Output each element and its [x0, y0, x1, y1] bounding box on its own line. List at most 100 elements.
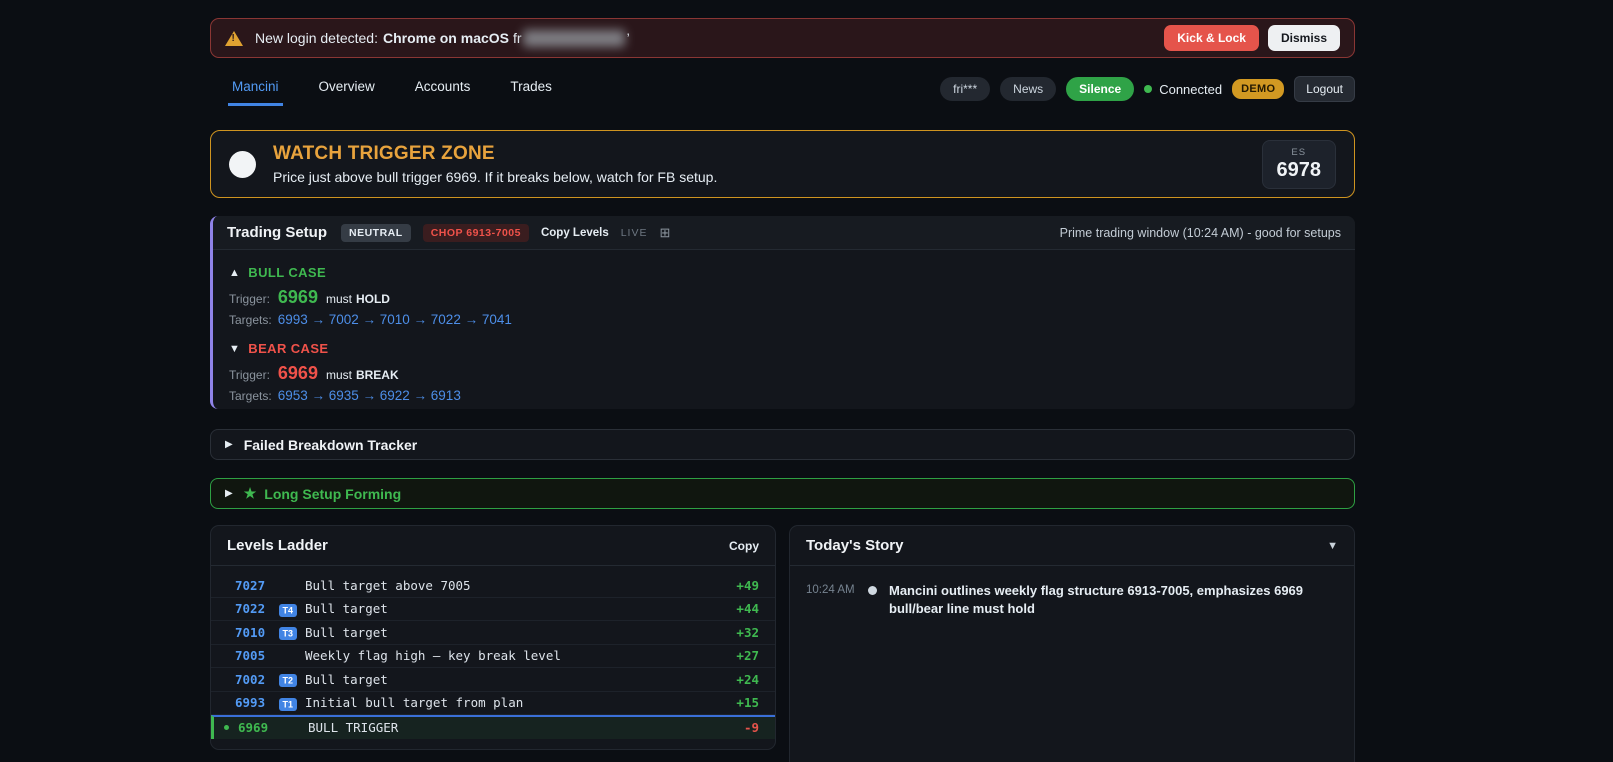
login-alert-device: Chrome on macOS: [382, 30, 509, 46]
alert-title: WATCH TRIGGER ZONE: [273, 143, 495, 164]
level-row[interactable]: 7027 Bull target above 7005 +49: [211, 574, 775, 598]
bear-condition: must BREAK: [325, 368, 399, 382]
logout-button[interactable]: Logout: [1294, 76, 1355, 102]
target-tag-badge: T3: [279, 627, 297, 641]
targets-label: Targets:: [229, 313, 272, 327]
level-delta: +32: [736, 624, 759, 640]
level-delta: +24: [736, 671, 759, 687]
bear-trigger-value: 6969: [277, 363, 318, 383]
bull-trigger-row: Trigger: 6969 must HOLD: [229, 287, 1339, 308]
bear-targets: 6953 → 6935 → 6922 → 6913: [277, 388, 461, 403]
trading-window-note: Prime trading window (10:24 AM) - good f…: [1059, 225, 1341, 240]
level-delta: +44: [736, 601, 759, 617]
connection-status: Connected: [1144, 82, 1222, 97]
bullet-dot-icon: [868, 586, 877, 595]
news-button[interactable]: News: [1000, 77, 1057, 101]
level-row[interactable]: 7005 Weekly flag high — key break level …: [211, 645, 775, 668]
target-tag-badge: T2: [279, 674, 297, 688]
level-price: 7022: [235, 601, 266, 617]
copy-button[interactable]: Copy: [729, 539, 759, 553]
story-entry: 10:24 AM Mancini outlines weekly flag st…: [806, 582, 1338, 618]
quote-price: 6978: [1276, 158, 1322, 181]
chop-range-badge: CHOP 6913-7005: [422, 223, 529, 242]
trigger-label: Trigger:: [229, 292, 270, 306]
demo-badge: DEMO: [1232, 79, 1285, 99]
connection-status-label: Connected: [1159, 81, 1223, 97]
level-row[interactable]: 6993 T1 Initial bull target from plan +1…: [211, 692, 775, 715]
level-row[interactable]: 7022 T4 Bull target +44: [211, 598, 775, 621]
warning-triangle-icon: [225, 30, 243, 46]
bull-case-header: ▲ BULL CASE: [229, 265, 1339, 280]
triangle-down-icon: ▼: [229, 342, 241, 355]
bull-trigger-value: 6969: [277, 287, 318, 307]
level-delta: +15: [736, 695, 759, 711]
tab-trades[interactable]: Trades: [506, 76, 556, 106]
grid-view-icon[interactable]: ⊞: [659, 225, 670, 241]
current-level-dot-icon: [224, 725, 229, 731]
caret-right-icon: ▶: [225, 488, 233, 499]
long-setup-title: ★ Long Setup Forming: [243, 485, 402, 502]
silence-button[interactable]: Silence: [1066, 77, 1135, 101]
tab-mancini[interactable]: Mancini: [228, 76, 283, 106]
login-alert-banner: New login detected: Chrome on macOS fr ’…: [210, 18, 1355, 58]
level-row[interactable]: 7010 T3 Bull target +32: [211, 621, 775, 645]
bear-case-label: BEAR CASE: [248, 341, 329, 356]
levels-ladder-panel: Levels Ladder Copy 7027 Bull target abov…: [210, 525, 776, 750]
todays-story-header: Today's Story ▼: [790, 526, 1354, 566]
level-row-bull-trigger[interactable]: 6969 BULL TRIGGER -9: [211, 715, 775, 739]
login-alert-prefix: New login detected:: [255, 30, 378, 46]
user-pill[interactable]: fri***: [940, 77, 991, 101]
triangle-up-icon: ▲: [229, 266, 241, 279]
tab-overview[interactable]: Overview: [315, 76, 379, 106]
level-label: Bull target: [305, 671, 388, 687]
tab-accounts[interactable]: Accounts: [411, 76, 475, 106]
neutral-badge: NEUTRAL: [341, 223, 411, 242]
bear-trigger-row: Trigger: 6969 must BREAK: [229, 363, 1339, 384]
watch-trigger-zone-alert: WATCH TRIGGER ZONE Price just above bull…: [210, 130, 1355, 198]
app-root: New login detected: Chrome on macOS fr ’…: [0, 0, 1613, 762]
level-label: Bull target: [305, 601, 388, 617]
login-alert-location-partial: fr: [513, 30, 522, 46]
top-nav: Mancini Overview Accounts Trades fri*** …: [210, 76, 1355, 106]
failed-breakdown-title: Failed Breakdown Tracker: [243, 436, 418, 453]
trading-setup-panel: Trading Setup NEUTRAL CHOP 6913-7005 Cop…: [210, 216, 1355, 409]
levels-ladder-header: Levels Ladder Copy: [211, 526, 775, 566]
level-price: 7027: [235, 577, 266, 593]
price-quote-box: ES 6978: [1261, 139, 1336, 189]
level-delta: -9: [743, 720, 759, 736]
redacted-location: [522, 29, 625, 47]
alert-message: Price just above bull trigger 6969. If i…: [273, 169, 718, 185]
login-alert-message: New login detected: Chrome on macOS fr ’: [255, 29, 630, 47]
target-tag-badge: T4: [279, 603, 297, 617]
long-setup-forming-panel[interactable]: ▶ ★ Long Setup Forming: [210, 478, 1355, 509]
level-row[interactable]: 7002 T2 Bull target +24: [211, 668, 775, 692]
alert-circle-icon: [229, 150, 256, 178]
todays-story-title: Today's Story: [806, 537, 904, 554]
level-price: 7002: [235, 671, 266, 687]
story-timestamp: 10:24 AM: [806, 584, 855, 596]
level-label: Initial bull target from plan: [305, 695, 524, 711]
todays-story-panel: Today's Story ▼ 10:24 AM Mancini outline…: [789, 525, 1355, 762]
connected-dot-icon: [1144, 85, 1153, 93]
levels-ladder-title: Levels Ladder: [227, 537, 328, 554]
failed-breakdown-tracker-panel[interactable]: ▶ Failed Breakdown Tracker: [210, 429, 1355, 460]
dismiss-button[interactable]: Dismiss: [1267, 25, 1340, 51]
bull-targets: 6993 → 7002 → 7010 → 7022 → 7041: [277, 312, 512, 327]
level-price: 7010: [235, 624, 266, 640]
bear-targets-row: Targets: 6953 → 6935 → 6922 → 6913: [229, 388, 1339, 403]
level-delta: +49: [736, 577, 759, 593]
bull-targets-row: Targets: 6993 → 7002 → 7010 → 7022 → 704…: [229, 312, 1339, 327]
target-tag-badge: T1: [279, 697, 297, 711]
story-text: Mancini outlines weekly flag structure 6…: [889, 583, 1304, 617]
live-indicator: LIVE: [620, 226, 648, 239]
caret-right-icon: ▶: [225, 439, 233, 450]
bear-case-header: ▼ BEAR CASE: [229, 341, 1339, 356]
level-delta: +27: [736, 648, 759, 664]
level-label: BULL TRIGGER: [308, 720, 399, 736]
copy-levels-button[interactable]: Copy Levels: [541, 227, 609, 239]
level-label: Bull target above 7005: [305, 577, 471, 593]
chevron-down-icon[interactable]: ▼: [1327, 540, 1338, 552]
quote-mark: ’: [626, 30, 630, 46]
kick-lock-button[interactable]: Kick & Lock: [1164, 25, 1259, 51]
level-label: Bull target: [305, 624, 388, 640]
